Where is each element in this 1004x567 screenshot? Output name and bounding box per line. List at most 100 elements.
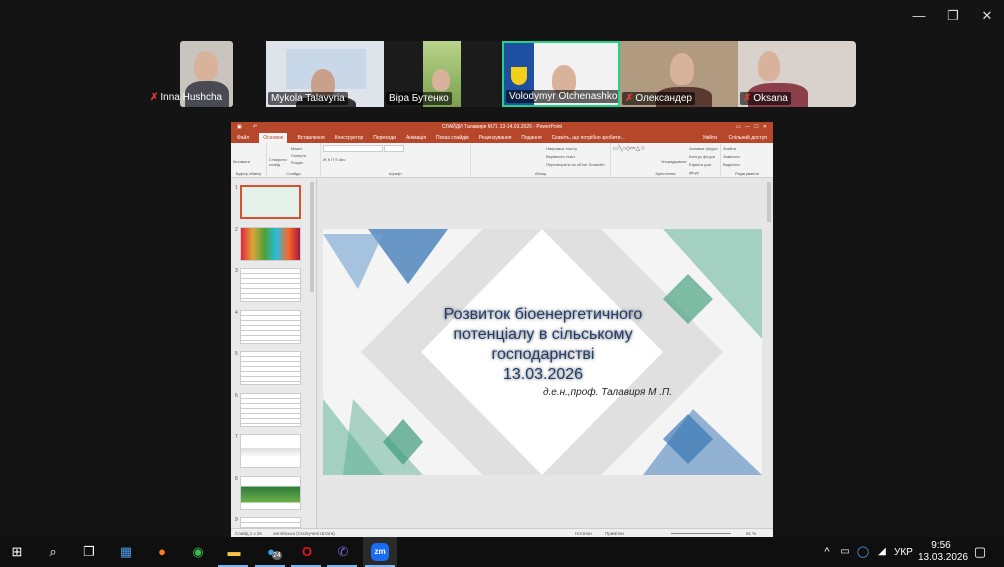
arrange-button[interactable]: Упорядкувати bbox=[661, 159, 687, 164]
zoom-taskbar-button[interactable]: zm bbox=[363, 537, 397, 567]
group-label: Креслення bbox=[655, 171, 676, 176]
participant-tile-active-speaker[interactable]: Volodymyr Otchenashko bbox=[502, 41, 620, 107]
share-button[interactable]: Спільний доступ bbox=[729, 133, 767, 143]
file-explorer-icon[interactable]: ▬ bbox=[225, 543, 243, 561]
paste-button[interactable]: Вставити bbox=[233, 159, 264, 164]
microsoft-store-icon[interactable]: ▦ bbox=[117, 543, 135, 561]
window-controls[interactable]: ▭ — ☐ ✕ bbox=[736, 122, 767, 133]
participant-video bbox=[758, 51, 780, 81]
slide-number: 7 bbox=[235, 434, 238, 440]
reset-button[interactable]: Скинути bbox=[291, 152, 306, 159]
tab-file[interactable]: Файл bbox=[237, 133, 249, 143]
tab-design[interactable]: Конструктор bbox=[335, 133, 364, 143]
slide-thumbnail[interactable] bbox=[240, 268, 301, 302]
save-icon[interactable]: ▣ bbox=[237, 122, 242, 133]
opera-icon[interactable]: O bbox=[298, 543, 316, 561]
font-name-input[interactable] bbox=[323, 145, 383, 152]
firefox-icon[interactable]: ● bbox=[153, 543, 171, 561]
group-label: Слайди bbox=[286, 171, 301, 176]
slide-thumbnail[interactable] bbox=[240, 185, 301, 219]
slide-thumbnail[interactable] bbox=[240, 517, 301, 528]
viber-icon[interactable]: ✆ bbox=[334, 543, 352, 561]
participant-name-label: Mykola Talavyria bbox=[268, 92, 348, 105]
slide-thumbnail[interactable] bbox=[240, 392, 301, 427]
tab-insert[interactable]: Вставлення bbox=[297, 133, 324, 143]
zoom-icon: zm bbox=[371, 543, 389, 561]
slide-thumbnail[interactable] bbox=[240, 309, 301, 344]
slide-thumbnail[interactable] bbox=[240, 434, 301, 468]
font-group: Ж К П S abc Шрифт bbox=[321, 143, 471, 177]
search-icon[interactable]: ⌕ bbox=[44, 543, 62, 561]
minimize-button[interactable]: — bbox=[909, 8, 929, 23]
slide-number: 6 bbox=[235, 392, 238, 399]
slide-number: 4 bbox=[235, 309, 238, 316]
tab-home[interactable]: Основне bbox=[259, 133, 288, 143]
clock[interactable]: 9:56 13.03.2026 bbox=[918, 540, 968, 564]
participant-tile[interactable]: Віра Бутенко bbox=[384, 41, 502, 107]
notification-badge: 24 bbox=[272, 551, 282, 560]
notification-center-icon[interactable]: ▢ bbox=[971, 543, 989, 561]
participant-name-label: Віра Бутенко bbox=[386, 92, 452, 105]
undo-icon[interactable]: ↶ bbox=[253, 122, 257, 133]
participant-tile[interactable]: ✗ Олександер bbox=[620, 41, 738, 107]
participant-name-label: Volodymyr Otchenashko bbox=[506, 90, 618, 103]
chrome-icon[interactable]: ◉ bbox=[189, 543, 207, 561]
font-format-buttons[interactable]: Ж К П S abc bbox=[323, 157, 468, 162]
slide-number: 5 bbox=[235, 351, 238, 357]
participant-video bbox=[194, 51, 218, 81]
task-view-icon[interactable]: ❐ bbox=[80, 543, 98, 561]
find-button[interactable]: Знайти bbox=[723, 145, 771, 153]
slide-thumbnail[interactable] bbox=[240, 226, 301, 261]
close-button[interactable]: ✕ bbox=[977, 8, 997, 24]
section-button[interactable]: Розділ bbox=[291, 159, 306, 166]
mic-muted-icon: ✗ bbox=[743, 93, 752, 104]
drawing-group: ▭╲○◇⇨△☆ Упорядкувати Заливка фігури Контур … bbox=[611, 143, 721, 177]
participant-name-label: ✗ Олександер bbox=[622, 92, 695, 105]
thumbnail-scrollbar[interactable] bbox=[310, 182, 314, 292]
telegram-icon[interactable]: ● 24 bbox=[262, 543, 282, 561]
slide-thumbnail[interactable] bbox=[240, 351, 301, 385]
tab-slideshow[interactable]: Показ слайдів bbox=[436, 133, 469, 143]
language-indicator[interactable]: УКР bbox=[894, 547, 913, 558]
taskbar: ⊞ ⌕ ❐ ▦ ● ◉ ▬ ● 24 O ✆ zm ^ ▭ ◯ ◢ УКР 9:5… bbox=[0, 537, 1004, 567]
language-indicator[interactable]: англійська (Сполучені Штати) bbox=[273, 531, 335, 536]
network-icon[interactable]: ◢ bbox=[873, 543, 891, 561]
shape-fill-button[interactable]: Заливка фігури bbox=[689, 145, 720, 153]
shape-outline-button[interactable]: Контур фігури bbox=[689, 153, 720, 161]
tab-review[interactable]: Рецензування bbox=[479, 133, 512, 143]
group-label: Шрифт bbox=[388, 171, 403, 176]
new-slide-button[interactable]: Створити слайд bbox=[269, 157, 287, 167]
tab-animations[interactable]: Анімація bbox=[406, 133, 426, 143]
group-label: Редагування bbox=[735, 171, 759, 176]
slide-scrollbar[interactable] bbox=[767, 182, 771, 222]
group-label: Абзац bbox=[534, 171, 547, 176]
zoom-slider[interactable] bbox=[671, 533, 731, 534]
slide-counter: Слайд 1 з 26 bbox=[235, 531, 262, 536]
slide-author: д.е.н.,проф. Талавиря М .П. bbox=[542, 387, 672, 398]
replace-button[interactable]: Замінити bbox=[723, 153, 771, 161]
status-bar: Слайд 1 з 26 англійська (Сполучені Штати… bbox=[231, 528, 773, 537]
tell-me-search[interactable]: Скажіть, що потрібно зробити... bbox=[552, 133, 625, 143]
font-size-input[interactable] bbox=[384, 145, 405, 152]
participant-tile[interactable]: Mykola Talavyria bbox=[266, 41, 384, 107]
tab-transitions[interactable]: Переходи bbox=[373, 133, 396, 143]
slide-number: 8 bbox=[235, 475, 238, 482]
cortana-icon[interactable]: ◯ bbox=[854, 543, 872, 561]
shared-powerpoint-window: СЛАЙДИ Талавиря М.П. 13-14.03.2026 - Pow… bbox=[231, 122, 773, 537]
title-bar: СЛАЙДИ Талавиря М.П. 13-14.03.2026 - Pow… bbox=[231, 122, 773, 133]
restore-button[interactable]: ❐ bbox=[943, 8, 963, 24]
windows-start-icon[interactable]: ⊞ bbox=[8, 543, 26, 561]
select-button[interactable]: Виділити bbox=[723, 161, 771, 169]
slide-thumbnails-pane[interactable]: 1 2 3 4 5 6 7 8 9 bbox=[231, 179, 317, 528]
battery-icon[interactable]: ▭ bbox=[836, 543, 854, 561]
participant-tile[interactable]: ✗ Oksana bbox=[738, 41, 856, 107]
sign-in-link[interactable]: Увійти bbox=[702, 133, 717, 143]
ribbon: Вставити Буфер обміну Створити слайд Макет… bbox=[231, 143, 773, 178]
participant-video bbox=[670, 53, 694, 85]
tab-view[interactable]: Подання bbox=[521, 133, 541, 143]
slide-thumbnail[interactable] bbox=[240, 475, 301, 510]
slide-canvas[interactable]: Розвиток біоенергетичного потенціалу в с… bbox=[323, 229, 762, 475]
participant-name-label: ✗ Inna Hushcha bbox=[150, 92, 223, 103]
chevron-up-icon[interactable]: ^ bbox=[818, 543, 836, 561]
layout-button[interactable]: Макет bbox=[291, 145, 306, 152]
